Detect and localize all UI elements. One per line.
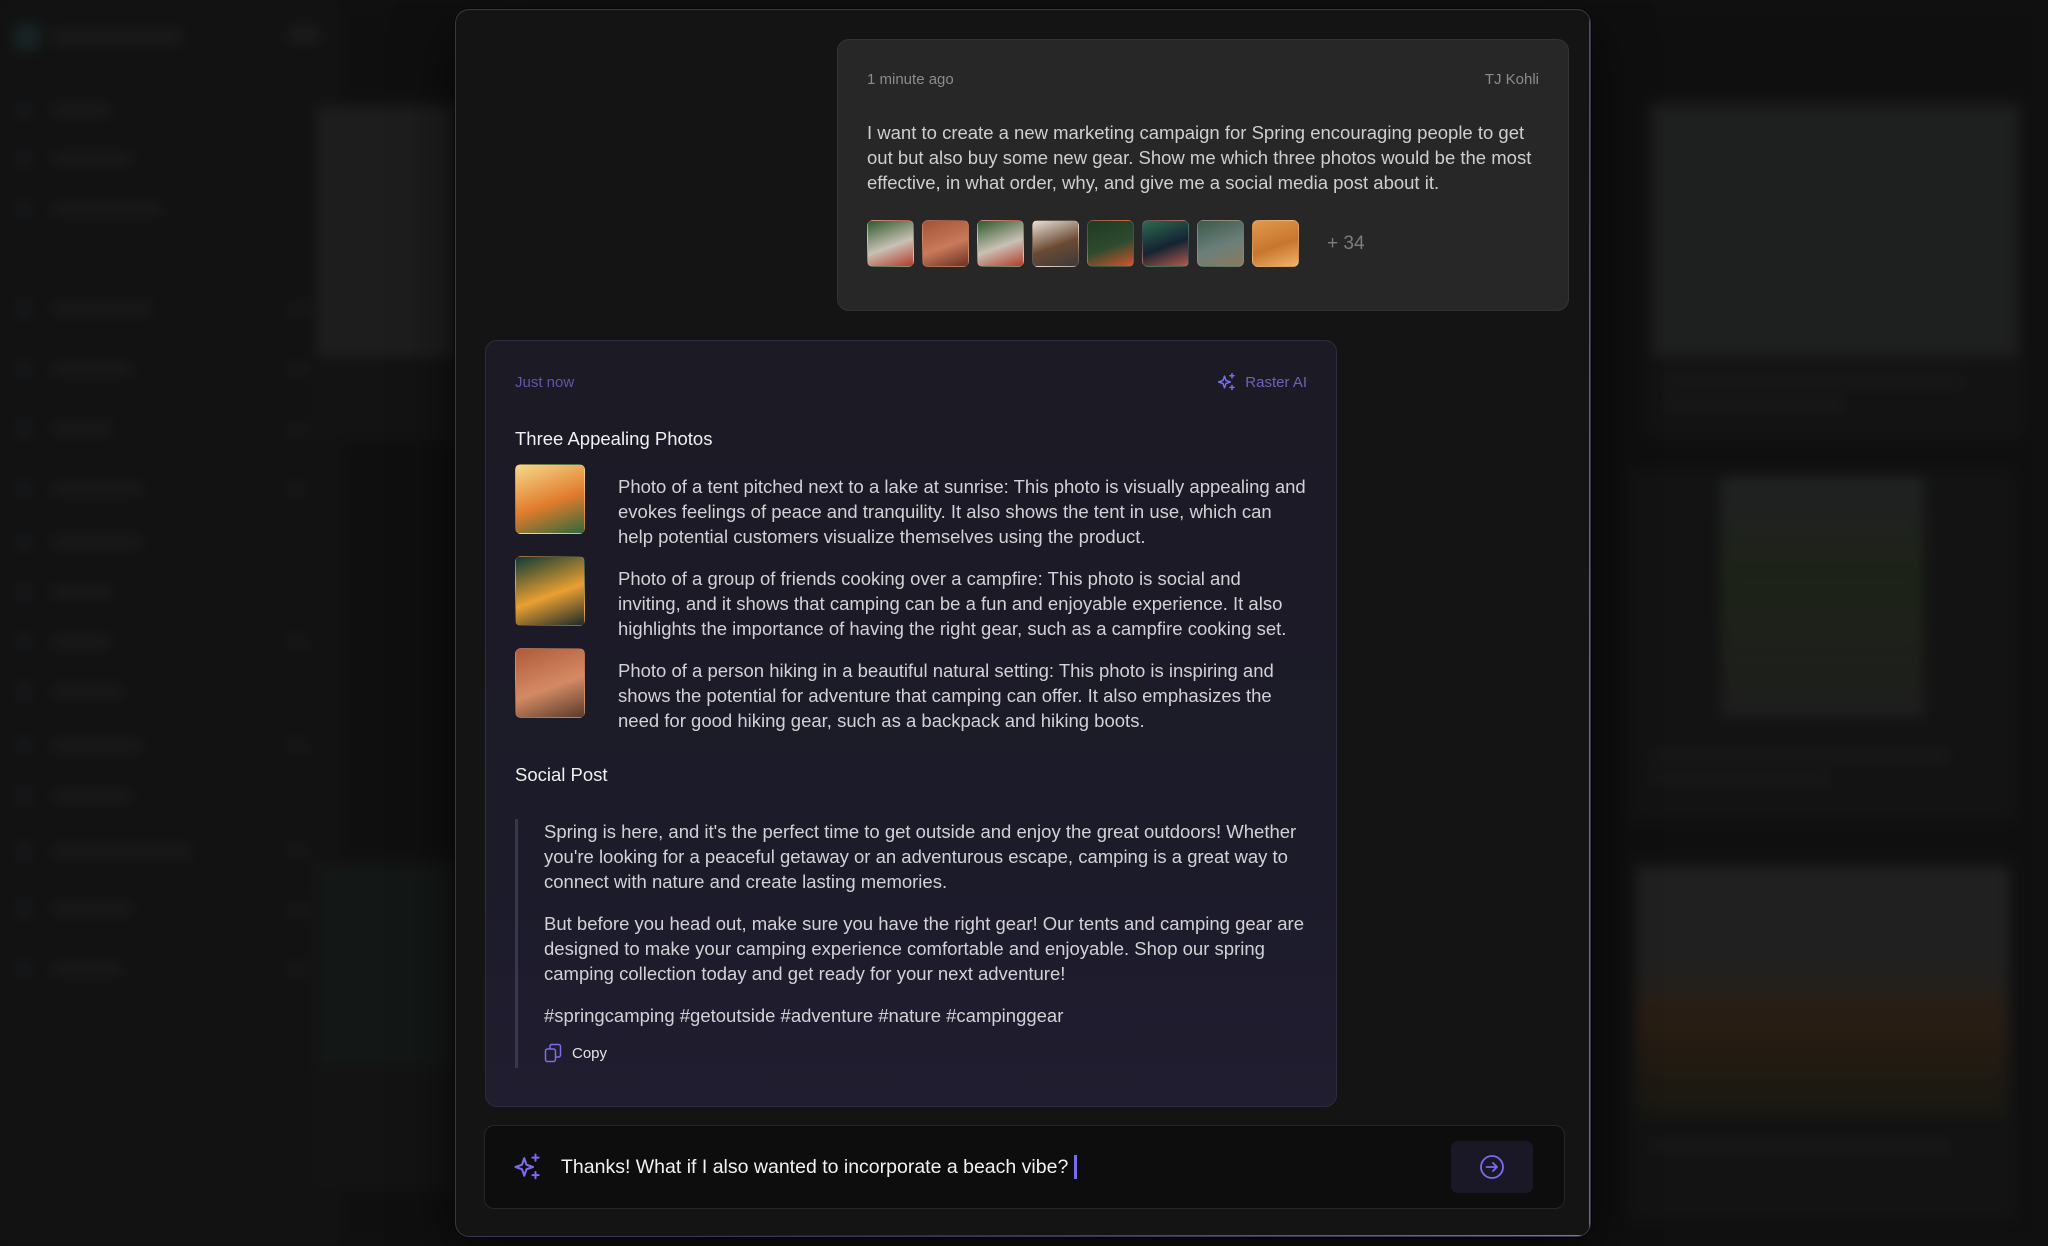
mug-logo-photo[interactable] — [1142, 220, 1189, 267]
photo-description: Photo of a person hiking in a beautiful … — [618, 660, 1274, 731]
section-title-social: Social Post — [515, 764, 608, 785]
coffee-table-photo[interactable] — [1032, 220, 1079, 267]
user-message: 1 minute ago TJ Kohli I want to create a… — [837, 39, 1569, 311]
prompt-input-value: Thanks! What if I also wanted to incorpo… — [561, 1155, 1069, 1178]
attachment-list: + 34 — [867, 220, 1539, 267]
sparkles-icon — [1218, 372, 1236, 391]
message-meta: 1 minute ago TJ Kohli — [867, 71, 1539, 88]
photo-recommendations: Photo of a tent pitched next to a lake a… — [515, 464, 1307, 733]
message-meta: Just now Raster AI — [515, 372, 1307, 392]
more-attachments-count[interactable]: + 34 — [1327, 233, 1365, 255]
person-hiking-photo[interactable] — [515, 648, 585, 718]
ai-response: Just now Raster AI Three Appealing Photo… — [485, 340, 1337, 1107]
arrow-right-circle-icon — [1480, 1155, 1504, 1179]
photo-description: Photo of a tent pitched next to a lake a… — [618, 476, 1306, 547]
social-post-paragraph: Spring is here, and it's the perfect tim… — [544, 821, 1297, 892]
ai-author: Raster AI — [1217, 372, 1307, 392]
campsite-man-photo[interactable] — [1197, 220, 1244, 267]
forest-tent-photo[interactable] — [1087, 220, 1134, 267]
social-post-hashtags: #springcamping #getoutside #adventure #n… — [544, 1005, 1064, 1026]
canyon-hiker-photo[interactable] — [922, 220, 969, 267]
social-post-paragraph: But before you head out, make sure you h… — [544, 913, 1304, 984]
copy-label: Copy — [572, 1044, 608, 1062]
photo-recommendation: Photo of a tent pitched next to a lake a… — [515, 464, 1307, 549]
texture-orange-photo[interactable] — [1252, 220, 1299, 267]
copy-button[interactable]: Copy — [544, 1043, 607, 1063]
campfire-friends-photo[interactable] — [515, 556, 585, 626]
photo-description: Photo of a group of friends cooking over… — [618, 568, 1287, 639]
tent-forest-photo[interactable] — [867, 220, 914, 267]
text-cursor — [1074, 1155, 1078, 1179]
ai-author-name: Raster AI — [1245, 373, 1307, 391]
social-post-quote: Spring is here, and it's the perfect tim… — [515, 819, 1307, 1068]
message-text: I want to create a new marketing campaig… — [867, 122, 1532, 193]
message-timestamp: 1 minute ago — [867, 71, 954, 88]
prompt-input-field[interactable]: Thanks! What if I also wanted to incorpo… — [561, 1155, 1451, 1179]
prompt-input[interactable]: Thanks! What if I also wanted to incorpo… — [484, 1125, 1565, 1209]
section-title-photos: Three Appealing Photos — [515, 428, 713, 449]
copy-icon — [544, 1043, 562, 1063]
tent-lake-sunrise-photo[interactable] — [515, 464, 585, 534]
photo-recommendation: Photo of a group of friends cooking over… — [515, 556, 1307, 641]
tent-forest-photo[interactable] — [977, 220, 1024, 267]
message-author: TJ Kohli — [1484, 71, 1539, 88]
message-timestamp: Just now — [515, 373, 575, 391]
ai-chat-modal: 1 minute ago TJ Kohli I want to create a… — [455, 9, 1591, 1237]
sparkles-icon — [514, 1153, 540, 1180]
send-button[interactable] — [1451, 1141, 1533, 1193]
photo-recommendation: Photo of a person hiking in a beautiful … — [515, 648, 1307, 733]
